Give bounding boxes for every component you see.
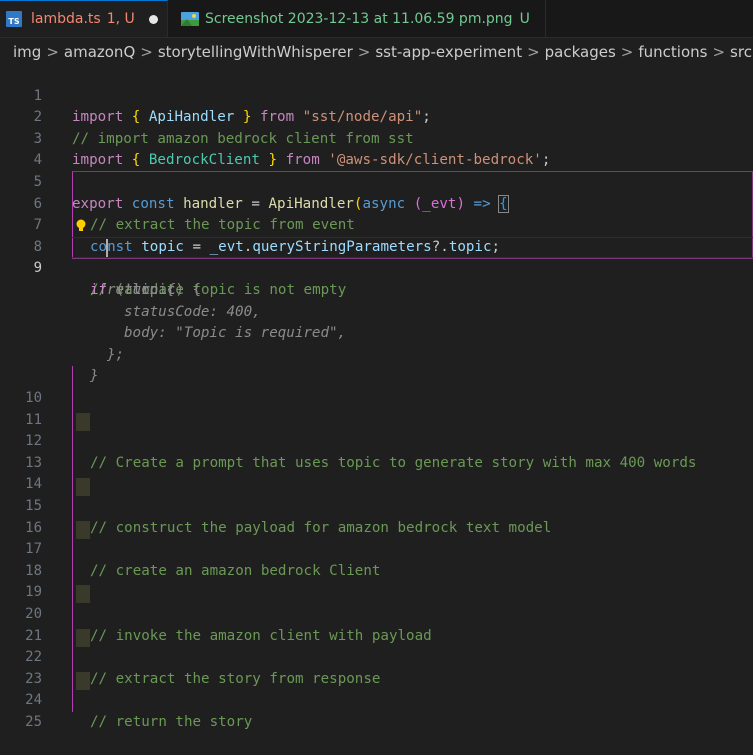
code-line: 9 if (!topic) { bbox=[0, 237, 753, 259]
chevron-right-icon: > bbox=[523, 43, 544, 61]
code-line: 1 import { ApiHandler } from "sst/node/a… bbox=[0, 64, 753, 86]
code-line: 3 import { BedrockClient } from '@aws-sd… bbox=[0, 107, 753, 129]
code-line: 13 bbox=[0, 431, 753, 453]
breadcrumb-item[interactable]: amazonQ bbox=[63, 43, 136, 61]
unsaved-dot-icon[interactable] bbox=[149, 15, 158, 24]
typescript-icon: TS bbox=[6, 11, 22, 27]
editor-tab-bar: TS lambda.ts 1, U Screenshot 2023-12-13 … bbox=[0, 0, 753, 38]
text-cursor bbox=[106, 239, 108, 257]
code-line: 18 bbox=[0, 539, 753, 561]
tab-status: U bbox=[520, 11, 530, 27]
inline-suggestion-line: statusCode: 400, bbox=[0, 280, 753, 302]
breadcrumb-item[interactable]: packages bbox=[544, 43, 617, 61]
code-line: 11 bbox=[0, 388, 753, 410]
code-line: 6 // extract the topic from event bbox=[0, 172, 753, 194]
code-line: 17 // create an amazon bedrock Client bbox=[0, 518, 753, 540]
code-line: 16 bbox=[0, 496, 753, 518]
tab-filename: Screenshot 2023-12-13 at 11.06.59 pm.png bbox=[205, 11, 513, 27]
chevron-right-icon: > bbox=[708, 43, 729, 61]
breadcrumb-item[interactable]: storytellingWithWhisperer bbox=[157, 43, 354, 61]
code-line: 5 export const handler = ApiHandler(asyn… bbox=[0, 150, 753, 172]
tab-screenshot-png[interactable]: Screenshot 2023-12-13 at 11.06.59 pm.png… bbox=[168, 0, 546, 37]
code-line: 4 bbox=[0, 129, 753, 151]
chevron-right-icon: > bbox=[617, 43, 638, 61]
code-line: 22 // extract the story from response bbox=[0, 626, 753, 648]
code-line: 12 // Create a prompt that uses topic to… bbox=[0, 410, 753, 432]
tab-lambda-ts[interactable]: TS lambda.ts 1, U bbox=[0, 0, 168, 37]
code-line: 21 bbox=[0, 604, 753, 626]
breadcrumb-item[interactable]: sst-app-experiment bbox=[374, 43, 523, 61]
image-icon bbox=[181, 12, 199, 26]
inline-suggestion-line: body: "Topic is required", bbox=[0, 302, 753, 324]
code-line: 19 bbox=[0, 561, 753, 583]
breadcrumb-item[interactable]: src bbox=[729, 43, 753, 61]
lightbulb-icon[interactable] bbox=[76, 219, 86, 233]
chevron-right-icon: > bbox=[136, 43, 157, 61]
line-number: 25 bbox=[0, 712, 42, 734]
tab-filename: lambda.ts bbox=[31, 11, 101, 27]
chevron-right-icon: > bbox=[42, 43, 63, 61]
chevron-right-icon: > bbox=[354, 43, 375, 61]
code-line: 23 bbox=[0, 647, 753, 669]
code-line: 24 // return the story bbox=[0, 669, 753, 691]
code-line: 7 const topic = _evt.queryStringParamete… bbox=[0, 194, 753, 216]
code-line: 10 bbox=[0, 366, 753, 388]
tab-status: 1, U bbox=[107, 11, 135, 27]
code-line: 2 // import amazon bedrock client from s… bbox=[0, 86, 753, 108]
code-line: 8 // validate topic is not empty bbox=[0, 215, 753, 237]
breadcrumb: img > amazonQ > storytellingWithWhispere… bbox=[0, 38, 753, 66]
inline-suggestion-line: } bbox=[0, 345, 753, 367]
breadcrumb-item[interactable]: functions bbox=[637, 43, 708, 61]
inline-suggestion-line: }; bbox=[0, 323, 753, 345]
code-line: 14 bbox=[0, 453, 753, 475]
code-line: 20 // invoke the amazon client with payl… bbox=[0, 582, 753, 604]
code-line: 15 // construct the payload for amazon b… bbox=[0, 474, 753, 496]
code-editor[interactable]: 1 import { ApiHandler } from "sst/node/a… bbox=[0, 64, 753, 712]
breadcrumb-item[interactable]: img bbox=[12, 43, 42, 61]
inline-suggestion-line: return { bbox=[0, 258, 753, 280]
code-line: 25 bbox=[0, 690, 753, 712]
